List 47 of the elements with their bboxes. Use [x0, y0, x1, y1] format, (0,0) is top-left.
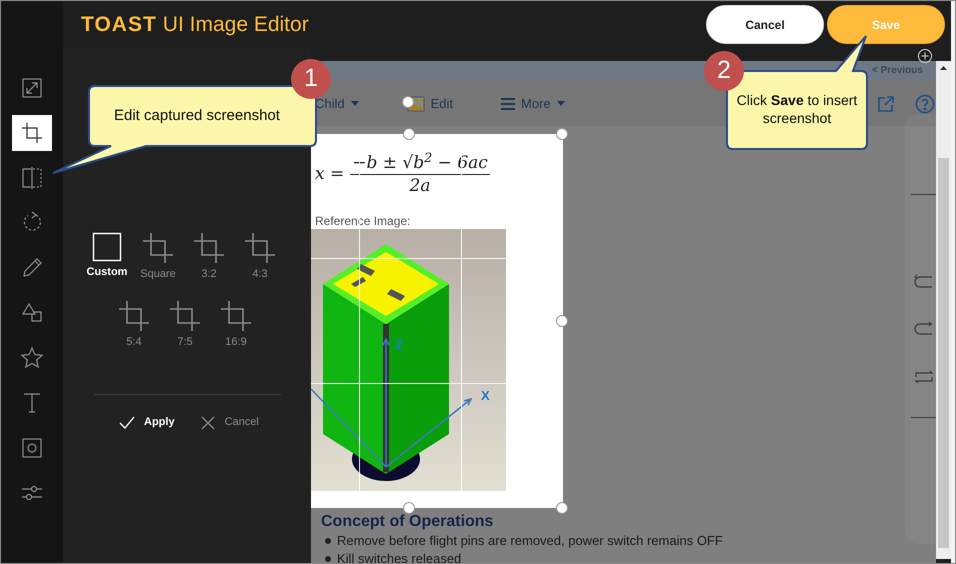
- scrollbar-thumb[interactable]: [938, 158, 949, 548]
- bullet-icon: [325, 556, 331, 562]
- callout-text: Edit captured screenshot: [114, 106, 280, 126]
- crop-icon: [169, 300, 201, 332]
- resize-icon: [20, 76, 44, 100]
- check-icon: [118, 414, 136, 431]
- close-icon: [198, 414, 217, 431]
- crop-preset[interactable]: 3:2: [184, 232, 234, 280]
- crop-icon: [220, 300, 252, 332]
- crop-preset[interactable]: 16:9: [211, 300, 261, 348]
- caret-icon: [556, 101, 565, 106]
- crop-preset[interactable]: Custom: [82, 232, 132, 280]
- formula-lhs: x =: [315, 162, 344, 186]
- mask-icon: [20, 436, 44, 460]
- crop-icon: [142, 232, 174, 264]
- section-heading: Concept of Operations: [321, 512, 494, 532]
- crop-preset[interactable]: 7:5: [160, 300, 210, 348]
- more-menu[interactable]: More: [501, 94, 565, 114]
- fraction-numerator: −b ± √b$^{2}$ − 6ac: [350, 152, 490, 175]
- zoom-in-icon[interactable]: [917, 48, 933, 64]
- flip-icon: [20, 166, 44, 190]
- crop-area[interactable]: x = −b ± √b$^{2}$ − 6ac 2a Reference Image: Z X: [311, 134, 563, 508]
- crop-preset[interactable]: 4:3: [235, 232, 285, 280]
- apply-button[interactable]: Apply: [118, 414, 175, 431]
- menu-icon: [501, 98, 516, 110]
- square-icon: [92, 232, 122, 262]
- callout-text: Click Save to insert screenshot: [736, 91, 858, 127]
- cancel-button[interactable]: Cancel: [198, 414, 259, 431]
- logo-text: UI Image Editor: [162, 12, 309, 38]
- crop-icon: [193, 232, 225, 264]
- cancel-button[interactable]: Cancel: [706, 5, 824, 44]
- crop-preset[interactable]: Square: [133, 232, 183, 280]
- crop-tool[interactable]: [12, 115, 52, 151]
- bullet-icon: [325, 538, 331, 544]
- draw-icon: [20, 256, 44, 280]
- crop-icon: [20, 121, 44, 145]
- bullet-text: Remove before flight pins are removed, power switch remains OFF: [337, 532, 723, 550]
- crop-icon: [244, 232, 276, 264]
- axis-label: Z: [395, 337, 403, 352]
- scrollbar[interactable]: [936, 61, 951, 559]
- image-caption: Reference Image:: [315, 213, 410, 230]
- crop-icon: [118, 300, 150, 332]
- axis-label: X: [481, 388, 490, 403]
- caret-icon: [350, 101, 359, 106]
- crop-preset[interactable]: 5:4: [109, 300, 159, 348]
- fraction-denominator: 2a: [410, 175, 430, 197]
- logo-mark: TOAST: [81, 12, 157, 38]
